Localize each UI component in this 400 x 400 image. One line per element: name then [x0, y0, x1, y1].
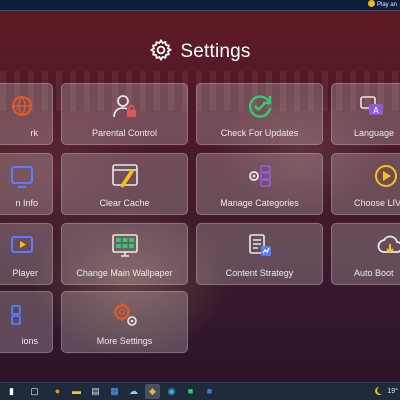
info-icon	[8, 162, 36, 190]
taskbar-button[interactable]: ▢	[27, 384, 42, 399]
tile-label: Parental Control	[91, 128, 158, 138]
taskbar-button[interactable]: ▮	[4, 384, 19, 399]
page-title: Settings	[180, 41, 251, 62]
moon-icon	[373, 383, 383, 400]
tile-label: Content Strategy	[225, 268, 294, 278]
taskbar-button[interactable]: ●	[50, 384, 65, 399]
taskbar-button[interactable]: ■	[202, 384, 217, 399]
tile-auto-boot[interactable]: Auto Boot	[331, 223, 400, 285]
taskbar-button[interactable]: ▬	[69, 384, 84, 399]
taskbar-button[interactable]: ▦	[107, 384, 122, 399]
settings-header: Settings	[0, 38, 400, 67]
emulator-logo-icon	[367, 0, 375, 7]
tile-label: Language	[354, 128, 395, 138]
edge-icon: ◉	[167, 386, 176, 396]
task-view-icon: ▢	[30, 386, 39, 396]
parental-control-icon	[111, 92, 139, 120]
manage-categories-icon	[246, 162, 274, 190]
clear-cache-icon	[111, 162, 139, 190]
notepad-icon: ▤	[91, 386, 100, 396]
tile-label: Choose LIV	[354, 198, 400, 208]
language-icon: A	[358, 92, 386, 120]
wallpaper-icon	[111, 232, 139, 260]
emulator-title-bar: Play an	[0, 0, 400, 11]
tile-label: Player	[12, 268, 38, 278]
windows-taskbar: ▮ ▢ ● ▬ ▤ ▦ ☁ ◆ ◉ ■ ■ 19°	[0, 382, 400, 400]
tile-label: Check For Updates	[220, 128, 299, 138]
auto-boot-icon	[376, 232, 400, 260]
taskbar-button[interactable]: ▤	[88, 384, 103, 399]
store-icon: ▦	[110, 386, 119, 396]
weather-icon: ☁	[129, 386, 138, 396]
tile-language[interactable]: A Language	[331, 83, 400, 145]
system-tray: 19°	[373, 383, 400, 400]
tile-label: ions	[21, 336, 38, 346]
tile-content-strategy[interactable]: Content Strategy	[196, 223, 323, 285]
extensions-icon	[8, 300, 36, 328]
weather-temperature: 19°	[387, 388, 398, 395]
firefox-icon: ●	[54, 386, 61, 396]
tile-clear-cache[interactable]: Clear Cache	[61, 153, 188, 215]
start-icon: ▮	[9, 386, 14, 396]
tile-label: n Info	[15, 198, 38, 208]
gear-icon	[149, 38, 173, 67]
tile-label: More Settings	[96, 336, 153, 346]
tile-label: Auto Boot	[354, 268, 394, 278]
tile-extensions[interactable]: ions	[0, 291, 53, 353]
tile-label: Clear Cache	[99, 198, 150, 208]
file-explorer-icon: ▬	[72, 386, 81, 396]
window-title: Play an	[376, 2, 397, 8]
more-settings-icon	[111, 300, 139, 328]
tile-choose-live[interactable]: Choose LIV	[331, 153, 400, 215]
network-icon	[8, 92, 36, 120]
svg-text:A: A	[373, 106, 379, 115]
tile-label: Manage Categories	[220, 198, 299, 208]
content-strategy-icon	[246, 232, 274, 260]
player-icon	[8, 232, 36, 260]
tile-network[interactable]: rk	[0, 83, 53, 145]
app-green-icon: ■	[187, 386, 194, 396]
tile-check-for-updates[interactable]: Check For Updates	[196, 83, 323, 145]
tile-system-info[interactable]: n Info	[0, 153, 53, 215]
app-blue-icon: ■	[206, 386, 213, 396]
tile-more-settings[interactable]: More Settings	[61, 291, 188, 353]
play-circle-icon	[372, 162, 400, 190]
taskbar-button[interactable]: ☁	[126, 384, 141, 399]
taskbar-button[interactable]: ◉	[164, 384, 179, 399]
check-updates-icon	[246, 92, 274, 120]
tile-parental-control[interactable]: Parental Control	[61, 83, 188, 145]
taskbar-button[interactable]: ■	[183, 384, 198, 399]
taskbar-button[interactable]: ◆	[145, 384, 160, 399]
tile-manage-categories[interactable]: Manage Categories	[196, 153, 323, 215]
tile-player[interactable]: Player	[0, 223, 53, 285]
settings-screen: Settings rk Parental Control Check For U…	[0, 11, 400, 382]
tile-label: Change Main Wallpaper	[76, 268, 173, 278]
tile-change-main-wallpaper[interactable]: Change Main Wallpaper	[61, 223, 188, 285]
emulator-icon: ◆	[149, 386, 156, 396]
tile-label: rk	[30, 128, 39, 138]
